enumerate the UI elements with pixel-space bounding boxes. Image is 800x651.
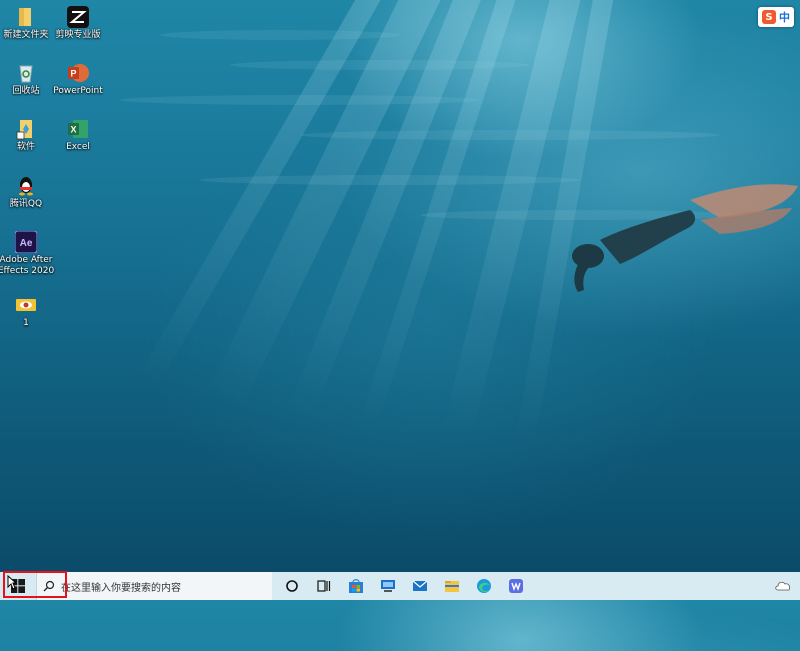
- taskbar-mail-button[interactable]: [404, 572, 436, 600]
- desktop-icon-label: 剪映专业版: [55, 30, 101, 40]
- taskbar-computer-button[interactable]: [372, 572, 404, 600]
- ime-mode-label: 中: [779, 11, 790, 24]
- desktop-icon-label: PowerPoint: [53, 86, 103, 96]
- system-tray: [774, 577, 792, 596]
- cortana-button[interactable]: [276, 572, 308, 600]
- taskbar-edge-button[interactable]: [468, 572, 500, 600]
- desktop-icon-image-1[interactable]: 1: [0, 294, 56, 329]
- desktop-icon-label: Adobe After Effects 2020: [0, 255, 55, 276]
- svg-text:P: P: [70, 69, 76, 79]
- task-view-button[interactable]: [308, 572, 340, 600]
- taskbar-store-button[interactable]: [340, 572, 372, 600]
- microsoft-store-icon: [349, 579, 363, 593]
- desktop-icon-excel[interactable]: X Excel: [48, 118, 108, 153]
- desktop-icon-label: Excel: [66, 142, 90, 152]
- image-file-icon: [15, 294, 37, 316]
- powerpoint-icon: P: [67, 62, 89, 84]
- cortana-icon: [286, 580, 298, 592]
- taskbar-file-explorer-button[interactable]: [436, 572, 468, 600]
- computer-icon: [381, 580, 395, 592]
- desktop-icon-label: 1: [23, 318, 29, 328]
- svg-text:Ae: Ae: [20, 238, 33, 249]
- recycle-bin-icon: [15, 62, 37, 84]
- sogou-ime-icon: S: [762, 10, 776, 24]
- taskbar-search-box[interactable]: 在这里输入你要搜索的内容: [36, 572, 272, 600]
- ime-indicator[interactable]: S 中: [758, 7, 794, 27]
- task-view-icon: [317, 580, 331, 592]
- taskbar-wps-button[interactable]: [500, 572, 532, 600]
- folder-icon: [15, 6, 37, 28]
- desktop-icon-powerpoint[interactable]: P PowerPoint: [48, 62, 108, 97]
- taskbar: 在这里输入你要搜索的内容: [0, 572, 800, 600]
- swimmer-silhouette: [572, 184, 798, 292]
- software-shortcut-icon: [15, 118, 37, 140]
- capcut-icon: [67, 6, 89, 28]
- wps-icon: [509, 579, 523, 593]
- onedrive-cloud-icon[interactable]: [774, 578, 792, 592]
- edge-icon: [477, 579, 491, 593]
- svg-text:X: X: [70, 125, 76, 135]
- desktop-icon-label: 腾讯QQ: [9, 199, 43, 209]
- search-placeholder: 在这里输入你要搜索的内容: [61, 582, 181, 594]
- desktop-icon-qq[interactable]: 腾讯QQ: [0, 175, 56, 210]
- qq-icon: [15, 175, 37, 197]
- desktop-icon-after-effects[interactable]: Ae Adobe After Effects 2020: [0, 230, 56, 277]
- desktop-icon-capcut[interactable]: 剪映专业版: [48, 6, 108, 41]
- annotation-highlight-box: [3, 571, 67, 598]
- mail-icon: [412, 580, 428, 591]
- file-explorer-icon: [445, 581, 459, 592]
- after-effects-icon: Ae: [14, 230, 38, 254]
- excel-icon: X: [67, 118, 89, 140]
